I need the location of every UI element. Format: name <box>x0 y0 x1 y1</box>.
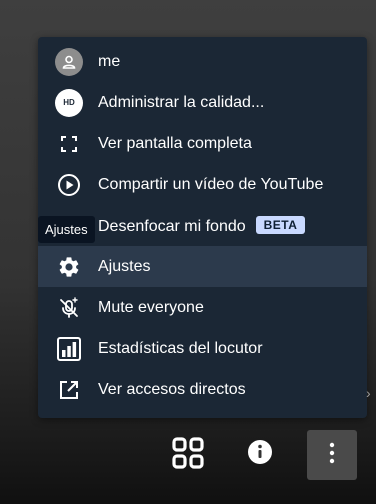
menu-item-mute-everyone[interactable]: Mute everyone <box>38 287 367 328</box>
play-circle-icon <box>55 171 83 199</box>
menu-item-label: me <box>98 52 121 70</box>
more-options-button[interactable] <box>307 430 357 480</box>
menu-item-label: Ver accesos directos <box>98 380 246 398</box>
settings-tooltip: Ajustes <box>38 216 95 243</box>
more-vertical-icon <box>328 442 336 469</box>
menu-item-manage-quality[interactable]: HD Administrar la calidad... <box>38 82 367 123</box>
menu-item-label: Mute everyone <box>98 298 204 316</box>
chevron-right-icon: › <box>366 385 371 401</box>
menu-item-label: Desenfocar mi fondo BETA <box>98 215 306 236</box>
hd-icon: HD <box>55 88 83 117</box>
menu-item-label: Compartir un vídeo de YouTube <box>98 175 324 193</box>
mute-icon <box>55 294 83 322</box>
info-button[interactable] <box>240 434 280 474</box>
beta-badge: BETA <box>255 215 306 234</box>
avatar-icon <box>55 47 83 76</box>
info-icon <box>247 439 273 470</box>
stats-icon <box>55 335 83 363</box>
gear-icon <box>55 253 83 281</box>
menu-item-settings[interactable]: Ajustes <box>38 246 367 287</box>
menu-item-shortcuts[interactable]: Ver accesos directos <box>38 369 367 410</box>
menu-item-share-youtube[interactable]: Compartir un vídeo de YouTube <box>38 164 367 205</box>
menu-item-label: Ver pantalla completa <box>98 134 252 152</box>
menu-item-profile[interactable]: me <box>38 41 367 82</box>
tile-grid-icon <box>171 436 205 475</box>
menu-item-fullscreen[interactable]: Ver pantalla completa <box>38 123 367 164</box>
tile-view-button[interactable] <box>166 433 210 477</box>
menu-item-speaker-stats[interactable]: Estadísticas del locutor <box>38 328 367 369</box>
menu-item-label: Administrar la calidad... <box>98 93 265 111</box>
fullscreen-icon <box>55 130 83 158</box>
menu-item-label: Estadísticas del locutor <box>98 339 263 357</box>
open-external-icon <box>55 376 83 404</box>
menu-item-label: Ajustes <box>98 257 151 275</box>
